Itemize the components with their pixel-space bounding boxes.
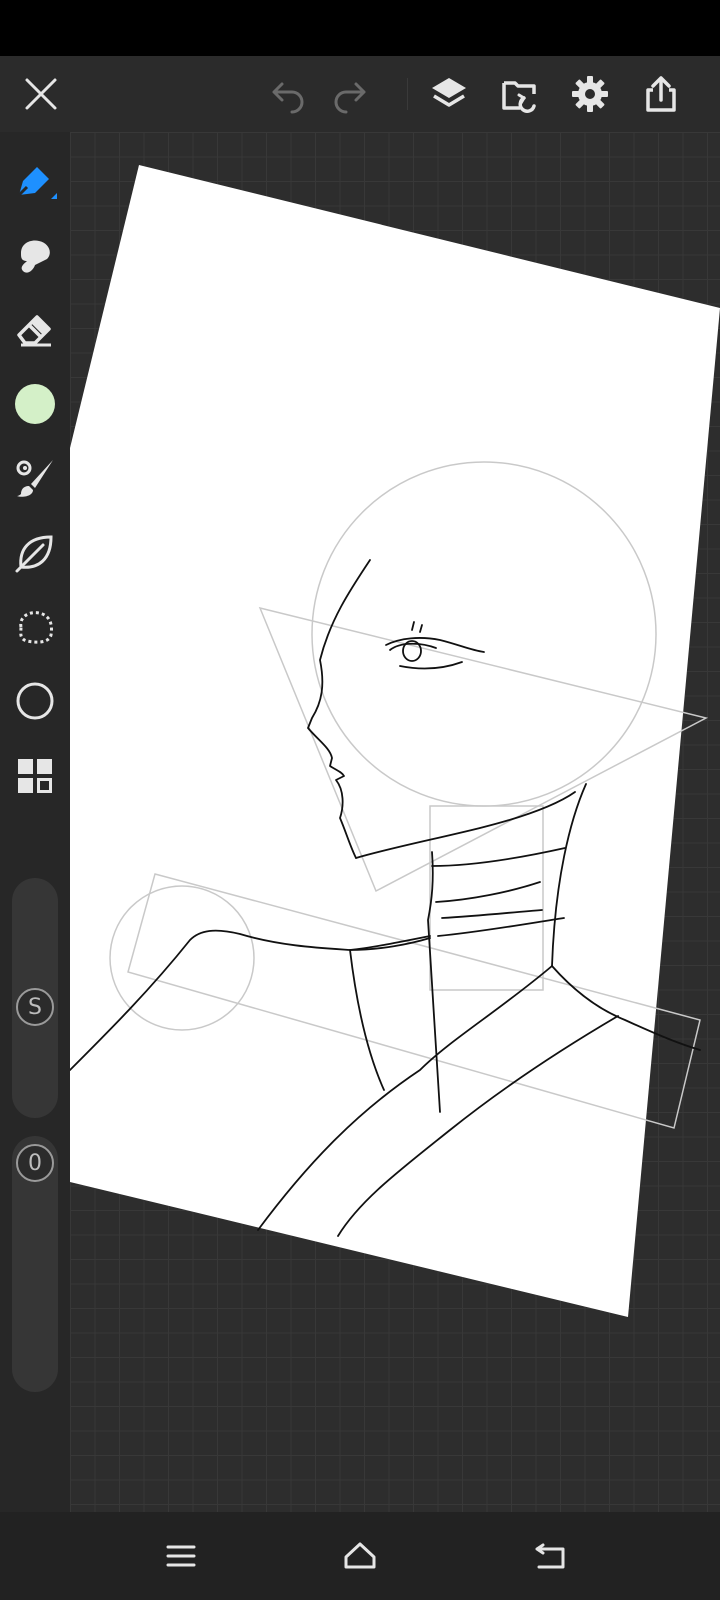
canvas-area[interactable] <box>70 132 720 1512</box>
back-icon <box>535 1543 565 1569</box>
opacity-slider[interactable]: 0 <box>12 1136 58 1392</box>
lasso-tool[interactable] <box>11 603 59 651</box>
toolbar-divider <box>407 78 408 110</box>
layers-button[interactable] <box>425 70 473 118</box>
undo-icon <box>272 82 304 114</box>
brush-icon <box>17 167 57 199</box>
smudge-icon <box>21 240 50 273</box>
grid-tool[interactable] <box>11 752 59 800</box>
layers-icon <box>432 78 466 107</box>
opacity-label: 0 <box>16 1144 54 1182</box>
redo-icon <box>334 82 366 114</box>
ellipse-icon <box>16 682 54 720</box>
import-button[interactable] <box>496 70 544 118</box>
import-icon <box>502 81 536 113</box>
left-sidebar: S 0 <box>0 132 70 1512</box>
home-button[interactable] <box>334 1530 386 1582</box>
close-icon <box>25 78 57 110</box>
brush-tool[interactable] <box>11 157 59 205</box>
status-bar <box>0 0 720 56</box>
eraser-icon <box>17 315 51 347</box>
undo-button[interactable] <box>264 70 312 118</box>
leaf-tool[interactable] <box>11 529 59 577</box>
eraser-tool[interactable] <box>11 305 59 353</box>
home-icon <box>344 1542 376 1569</box>
share-icon <box>646 76 676 112</box>
paint-brush-icon <box>16 460 53 497</box>
shape-tool[interactable] <box>11 677 59 725</box>
menu-button[interactable] <box>155 1530 207 1582</box>
paper-sheet <box>70 165 720 1317</box>
brush-size-slider[interactable]: S <box>12 878 58 1118</box>
brush-size-label: S <box>16 988 54 1026</box>
smudge-tool[interactable] <box>11 231 59 279</box>
share-button[interactable] <box>637 70 685 118</box>
menu-icon <box>166 1545 196 1567</box>
color-swatch-icon <box>15 384 55 424</box>
settings-icon <box>572 76 608 112</box>
close-button[interactable] <box>17 70 65 118</box>
paint-brush-tool[interactable] <box>11 454 59 502</box>
leaf-icon <box>15 535 53 573</box>
grid-icon <box>18 759 52 793</box>
nav-bar <box>0 1512 720 1600</box>
brush-size-knob[interactable]: S <box>12 984 58 1030</box>
drawing-canvas[interactable] <box>70 132 720 1512</box>
redo-button[interactable] <box>326 70 374 118</box>
settings-button[interactable] <box>566 70 614 118</box>
lasso-icon <box>19 611 53 644</box>
color-swatch[interactable] <box>11 380 59 428</box>
back-button[interactable] <box>524 1530 576 1582</box>
top-toolbar <box>0 56 720 132</box>
opacity-knob[interactable]: 0 <box>12 1140 58 1186</box>
